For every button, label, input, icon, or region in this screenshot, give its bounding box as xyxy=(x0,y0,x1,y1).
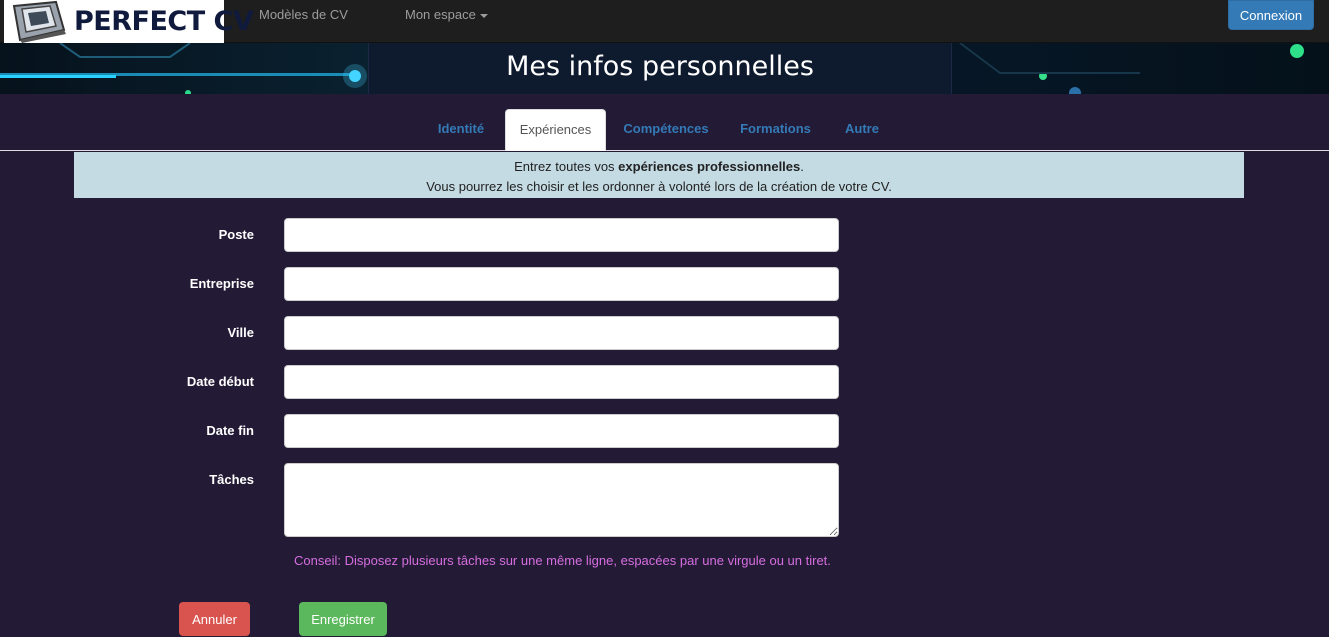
info-line-1-end: . xyxy=(800,159,804,174)
navbar: PERFECT CV Modèles de CV Mon espace Conn… xyxy=(0,0,1329,43)
tab-identite[interactable]: Identité xyxy=(425,109,497,151)
nav-link-my-space-label: Mon espace xyxy=(405,7,476,22)
poste-input[interactable] xyxy=(284,218,839,252)
caret-down-icon xyxy=(479,13,488,18)
login-button[interactable]: Connexion xyxy=(1228,0,1314,30)
info-line-1-emphasis: expériences professionnelles xyxy=(618,159,801,174)
brand-logo-link[interactable]: PERFECT CV xyxy=(4,0,254,43)
cv-logo-icon xyxy=(6,0,68,43)
info-line-1-text: Entrez toutes vos xyxy=(514,159,619,174)
section-tabs: Identité Expériences Compétences Formati… xyxy=(0,94,1329,151)
tab-autre[interactable]: Autre xyxy=(834,109,890,151)
page-banner: Mes infos personnelles xyxy=(0,43,1329,94)
entreprise-label: Entreprise xyxy=(189,276,254,291)
tab-formations[interactable]: Formations xyxy=(729,109,822,151)
tab-experiences[interactable]: Expériences xyxy=(505,109,606,151)
taches-textarea[interactable] xyxy=(284,463,839,537)
nav-link-templates[interactable]: Modèles de CV xyxy=(259,7,348,22)
tab-competences[interactable]: Compétences xyxy=(614,109,718,151)
cancel-button[interactable]: Annuler xyxy=(179,602,250,636)
poste-label: Poste xyxy=(218,227,254,242)
nav-link-my-space[interactable]: Mon espace xyxy=(405,7,488,22)
tasks-hint: Conseil: Disposez plusieurs tâches sur u… xyxy=(294,553,831,568)
date-fin-label: Date fin xyxy=(206,423,254,438)
brand-name: PERFECT CV xyxy=(74,6,254,37)
taches-label: Tâches xyxy=(209,472,254,487)
entreprise-input[interactable] xyxy=(284,267,839,301)
save-button[interactable]: Enregistrer xyxy=(299,602,387,636)
date-fin-input[interactable] xyxy=(284,414,839,448)
date-debut-label: Date début xyxy=(186,374,254,389)
info-line-2: Vous pourrez les choisir et les ordonner… xyxy=(426,179,892,194)
date-debut-input[interactable] xyxy=(284,365,839,399)
ville-label: Ville xyxy=(227,325,254,340)
ville-input[interactable] xyxy=(284,316,839,350)
info-alert: Entrez toutes vos expériences profession… xyxy=(74,152,1244,198)
info-line-1: Entrez toutes vos expériences profession… xyxy=(74,157,1244,177)
page-title: Mes infos personnelles xyxy=(506,51,814,82)
